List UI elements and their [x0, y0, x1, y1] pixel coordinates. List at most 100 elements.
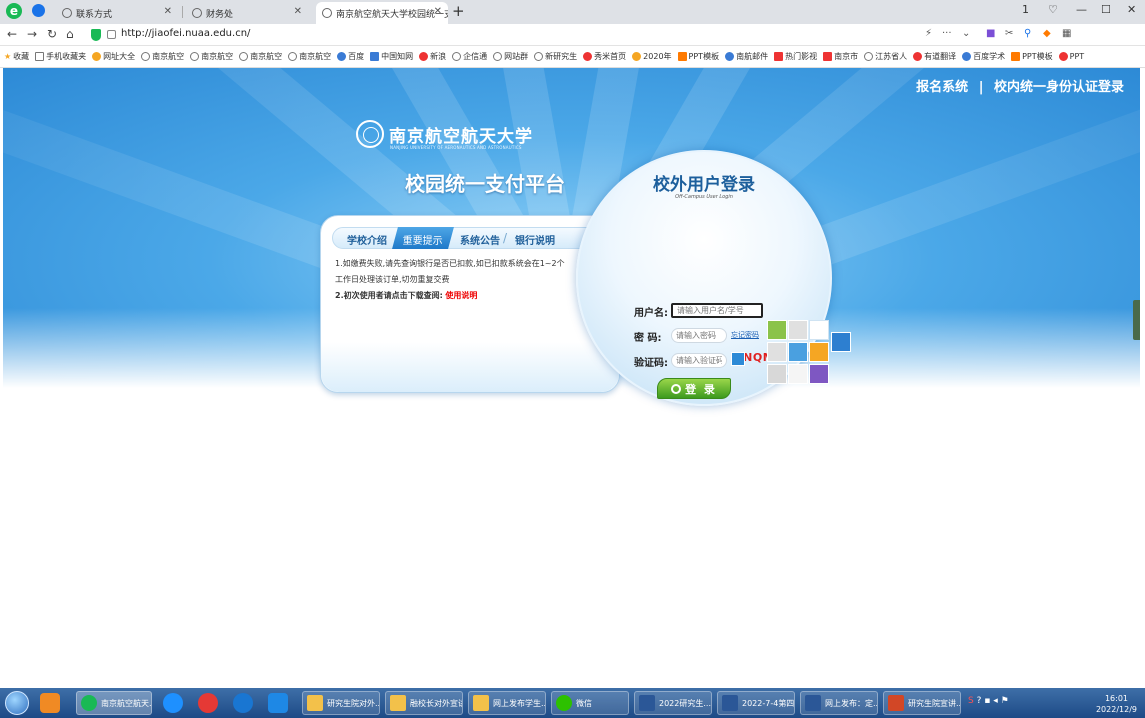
bookmark-item[interactable]: 百度学术: [962, 51, 1005, 62]
bookmark-item[interactable]: 南京航空: [288, 51, 331, 62]
ie-icon[interactable]: [163, 693, 183, 713]
network-icon[interactable]: ▪: [984, 696, 990, 706]
bookmark-item[interactable]: 南京航空: [190, 51, 233, 62]
taskbar-item[interactable]: 研究生院宣讲...: [883, 691, 961, 715]
close-window-button[interactable]: ✕: [1127, 3, 1136, 16]
campus-sso-login-link[interactable]: 校内统一身份认证登录: [994, 80, 1124, 95]
user-guide-link[interactable]: 使用说明: [445, 291, 477, 300]
info-tabs: 学校介绍 重要提示 系统公告 / 银行说明: [332, 227, 612, 249]
back-icon[interactable]: ←: [7, 27, 17, 41]
help-icon[interactable]: ?: [977, 696, 982, 706]
bookmark-item[interactable]: 新浪: [419, 51, 446, 62]
bookmark-item[interactable]: PPT: [1058, 52, 1084, 61]
bookmark-item[interactable]: 中国知网: [370, 51, 413, 62]
browser-logo-icon[interactable]: e: [6, 3, 22, 19]
bookmark-item[interactable]: PPT模板: [1011, 51, 1053, 62]
extension-icon[interactable]: ■: [986, 28, 995, 39]
apps-icon[interactable]: ▦: [1062, 28, 1071, 39]
bookmark-item[interactable]: 2020年: [632, 51, 672, 62]
bookmark-item[interactable]: 百度: [337, 51, 364, 62]
minimize-button[interactable]: —: [1076, 3, 1087, 16]
university-name-en: NANJING UNIVERSITY OF AERONAUTICS AND AS…: [390, 145, 522, 150]
bookmark-item[interactable]: 南航邮件: [725, 51, 768, 62]
url-input[interactable]: http://jiaofei.nuaa.edu.cn/: [121, 28, 250, 39]
bookmark-item[interactable]: 网站群: [493, 51, 528, 62]
dingtalk-icon[interactable]: [268, 693, 288, 713]
bookmark-favorites[interactable]: ★ 收藏: [4, 51, 29, 62]
baidu-icon: [962, 52, 972, 61]
flag-icon[interactable]: ⚑: [1001, 696, 1009, 706]
side-panel-handle[interactable]: [1133, 300, 1140, 340]
bookmarks-bar: ★ 收藏 手机收藏夹 网址大全 南京航空 南京航空 南京航空 南京航空 百度 中国…: [0, 46, 1145, 68]
bookmark-label: 南京航空: [250, 52, 283, 61]
game-icon[interactable]: ◆: [1043, 28, 1051, 39]
login-subtitle: Off-Campus User Login: [675, 194, 733, 200]
tab-bank-instructions[interactable]: 银行说明: [515, 232, 555, 247]
skin-icon[interactable]: ♡: [1048, 3, 1058, 16]
taskbar-item[interactable]: 研究生院对外...: [302, 691, 380, 715]
netease-music-icon[interactable]: [198, 693, 218, 713]
system-clock[interactable]: 16:01 2022/12/9: [1096, 693, 1137, 715]
bookmark-item[interactable]: 网址大全: [92, 51, 135, 62]
tab-count-icon[interactable]: 1: [1022, 3, 1029, 16]
bookmark-label: 南京航空: [152, 52, 185, 61]
browser-tab-bar: e 联系方式 ✕ 财务处 ✕ 南京航空航天大学校园统一支 ✕ + 1 ♡ — ☐…: [0, 0, 1145, 24]
bookmark-item[interactable]: 南京航空: [141, 51, 184, 62]
bookmark-item[interactable]: 南京航空: [239, 51, 282, 62]
tab-important-notice[interactable]: 重要提示: [392, 227, 454, 249]
taskbar-item[interactable]: 南京航空航天...: [76, 691, 152, 715]
tab-finance[interactable]: 财务处 ✕: [186, 2, 308, 24]
bookmark-item[interactable]: 企信通: [452, 51, 487, 62]
captcha-input[interactable]: [671, 353, 727, 368]
new-tab-button[interactable]: +: [452, 2, 465, 20]
close-icon[interactable]: ✕: [434, 6, 442, 17]
bookmark-item[interactable]: 热门影视: [774, 51, 817, 62]
close-icon[interactable]: ✕: [164, 6, 172, 17]
taskbar-item[interactable]: 网上发布学生...: [468, 691, 546, 715]
bookmark-item[interactable]: 新研究生: [534, 51, 577, 62]
taskbar-item[interactable]: 2022-7-4第四...: [717, 691, 795, 715]
registration-system-link[interactable]: 报名系统: [916, 80, 968, 95]
more-icon[interactable]: ···: [942, 28, 952, 39]
start-button[interactable]: [5, 691, 29, 715]
taskbar-item[interactable]: 融校长对外宣讲: [385, 691, 463, 715]
volume-icon[interactable]: ◂: [993, 696, 998, 706]
tab-school-intro[interactable]: 学校介绍: [347, 232, 387, 247]
username-input[interactable]: [671, 303, 763, 318]
shield-icon[interactable]: [91, 29, 101, 41]
tab-payment-platform[interactable]: 南京航空航天大学校园统一支 ✕: [316, 2, 448, 24]
system-tray: S ? ▪ ◂ ⚑: [968, 696, 1009, 706]
taskbar-item[interactable]: 2022研究生...: [634, 691, 712, 715]
bookmark-item[interactable]: 南京市: [823, 51, 858, 62]
tab-contact[interactable]: 联系方式 ✕: [56, 2, 178, 24]
cube-block: [767, 364, 787, 384]
chevron-down-icon[interactable]: ⌄: [962, 28, 970, 39]
forward-icon[interactable]: →: [27, 27, 37, 41]
password-input[interactable]: [671, 328, 727, 343]
bookmark-label: 南京航空: [201, 52, 234, 61]
globe-icon: [192, 8, 202, 18]
login-button[interactable]: 登 录: [657, 378, 731, 399]
close-icon[interactable]: ✕: [294, 6, 302, 17]
maximize-button[interactable]: ☐: [1101, 3, 1111, 16]
page-content: 报名系统 | 校内统一身份认证登录 南京航空航天大学 NANJING UNIVE…: [3, 68, 1140, 688]
refresh-icon[interactable]: ↻: [47, 27, 57, 41]
feishu-icon[interactable]: [233, 693, 253, 713]
tab-system-announcement[interactable]: 系统公告: [460, 232, 500, 247]
bookmark-item[interactable]: 秀米首页: [583, 51, 626, 62]
scissors-icon[interactable]: ✂: [1005, 28, 1013, 39]
lock-icon[interactable]: [107, 30, 116, 39]
search-icon[interactable]: ⚲: [1024, 28, 1031, 39]
bookmark-item[interactable]: PPT模板: [677, 51, 719, 62]
media-player-icon[interactable]: [40, 693, 60, 713]
taskbar-item[interactable]: 网上发布：定...: [800, 691, 878, 715]
lightning-icon[interactable]: ⚡: [925, 28, 932, 39]
bookmark-item[interactable]: 手机收藏夹: [35, 51, 86, 62]
taskbar-item[interactable]: 微信: [551, 691, 629, 715]
bookmark-item[interactable]: 江苏省人: [864, 51, 907, 62]
ime-icon[interactable]: S: [968, 696, 974, 706]
home-icon[interactable]: ⌂: [66, 27, 74, 41]
password-label: 密 码:: [634, 333, 662, 344]
browser-extension-icon[interactable]: [32, 4, 45, 17]
bookmark-item[interactable]: 有道翻译: [913, 51, 956, 62]
